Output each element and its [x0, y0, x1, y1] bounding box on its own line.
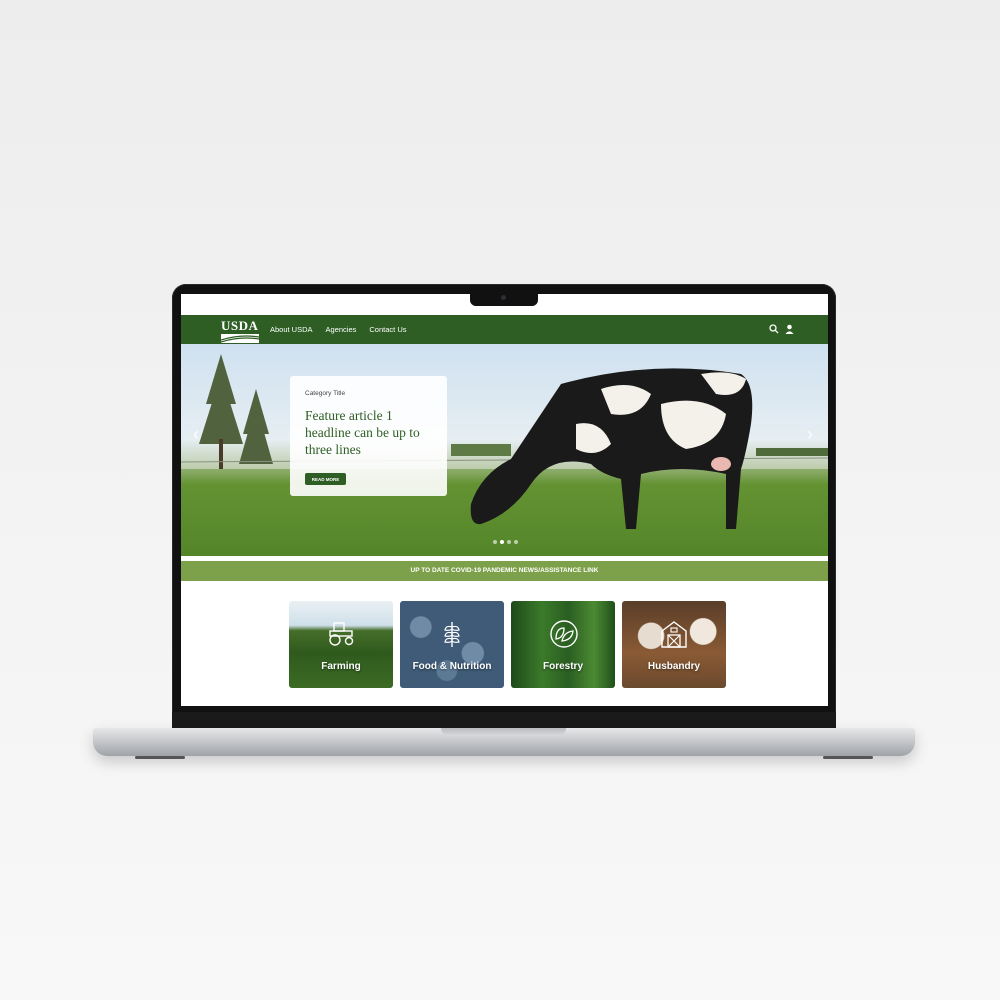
carousel-dot[interactable] [514, 540, 518, 544]
next-slide-icon[interactable]: › [807, 425, 813, 443]
covid-banner-link[interactable]: UP TO DATE COVID-19 PANDEMIC NEWS/ASSIST… [181, 561, 828, 581]
nav-contact-us[interactable]: Contact Us [369, 325, 406, 334]
tile-label: Farming [321, 661, 361, 672]
tile-farming[interactable]: Farming [289, 601, 393, 688]
nav-about-usda[interactable]: About USDA [270, 325, 313, 334]
base-groove [441, 728, 566, 736]
tile-label: Food & Nutrition [412, 661, 492, 672]
carousel-dots [493, 540, 518, 544]
tile-husbandry[interactable]: Husbandry [622, 601, 726, 688]
hero-image [181, 354, 828, 556]
screen: USDA About USDA Agencies Contact Us Cate… [181, 294, 828, 706]
tile-label: Husbandry [647, 661, 701, 672]
carousel-dot[interactable] [493, 540, 497, 544]
nav-agencies[interactable]: Agencies [326, 325, 357, 334]
logo-mark-icon [221, 334, 259, 343]
laptop-foot [135, 756, 185, 759]
camera-notch [470, 292, 538, 306]
category-tiles: Farming Food & Nutrition Forestry Husban… [289, 601, 726, 688]
tile-label: Forestry [542, 661, 583, 672]
tractor-icon [329, 622, 354, 646]
camera-icon [501, 295, 506, 300]
category-title: Category Title [305, 390, 346, 397]
tile-food-nutrition[interactable]: Food & Nutrition [400, 601, 504, 688]
prev-slide-icon[interactable]: ‹ [193, 425, 199, 443]
search-icon[interactable] [769, 324, 779, 334]
site-header: USDA About USDA Agencies Contact Us [181, 315, 828, 344]
feature-headline[interactable]: Feature article 1 headline can be up to … [305, 407, 435, 458]
tile-forestry[interactable]: Forestry [511, 601, 615, 688]
user-icon[interactable] [785, 324, 794, 334]
laptop-foot [823, 756, 873, 759]
wheat-icon [444, 622, 460, 647]
read-more-button[interactable]: READ MORE [305, 473, 346, 485]
logo-text: USDA [221, 318, 259, 333]
main-nav: About USDA Agencies Contact Us [270, 315, 407, 344]
leaves-icon [550, 620, 578, 648]
usda-logo[interactable]: USDA [221, 318, 259, 343]
carousel-dot[interactable] [500, 540, 504, 544]
barn-icon [661, 621, 687, 648]
carousel-dot[interactable] [507, 540, 511, 544]
laptop-base [93, 728, 915, 756]
hero-carousel: Category Title Feature article 1 headlin… [181, 344, 828, 556]
feature-card: Category Title Feature article 1 headlin… [290, 376, 447, 496]
